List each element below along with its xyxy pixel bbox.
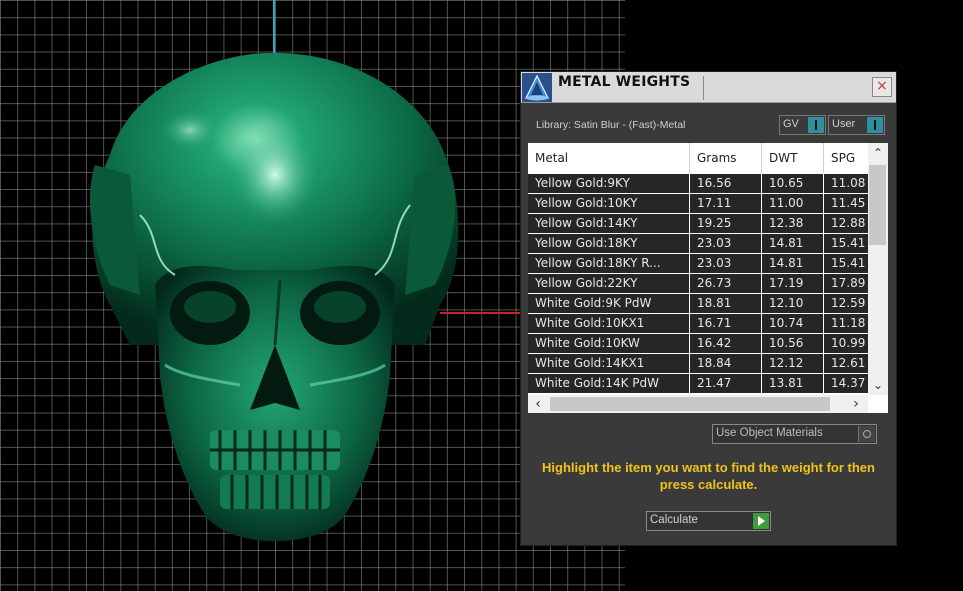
cell-dwt: 10.56: [762, 334, 824, 353]
user-toggle-label: User: [832, 118, 856, 130]
library-label: Library: Satin Blur - (Fast)-Metal: [536, 119, 686, 131]
vertical-scroll-thumb[interactable]: [869, 165, 886, 245]
cell-grams: 18.81: [690, 294, 762, 313]
scroll-up-icon[interactable]: ⌃: [868, 143, 888, 163]
cell-metal: Yellow Gold:18KY: [528, 234, 690, 253]
table-row[interactable]: White Gold:14K PdW 21.47 13.81 14.37: [528, 374, 868, 393]
gv-toggle[interactable]: GV: [779, 115, 826, 135]
cell-metal: Yellow Gold:14KY: [528, 214, 690, 233]
scroll-left-icon[interactable]: ‹: [528, 395, 548, 413]
column-header-dwt[interactable]: DWT: [762, 143, 824, 173]
cell-grams: 23.03: [690, 234, 762, 253]
cell-grams: 16.56: [690, 174, 762, 193]
cell-dwt: 17.19: [762, 274, 824, 293]
cell-metal: Yellow Gold:10KY: [528, 194, 690, 213]
metal-table[interactable]: Metal Grams DWT SPG Yellow Gold:9KY 16.5…: [528, 143, 888, 413]
user-toggle[interactable]: User: [828, 115, 885, 135]
table-row[interactable]: White Gold:10KX1 16.71 10.74 11.18: [528, 314, 868, 333]
vertical-scrollbar[interactable]: ⌃ ⌄: [868, 143, 888, 395]
toggle-switch-icon: [867, 117, 883, 133]
table-row[interactable]: Yellow Gold:14KY 19.25 12.38 12.88: [528, 214, 868, 233]
cell-metal: White Gold:10KX1: [528, 314, 690, 333]
panel-titlebar[interactable]: METAL WEIGHTS ×: [521, 72, 896, 103]
cell-spg: 17.89: [831, 276, 866, 290]
instruction-text: Highlight the item you want to find the …: [542, 460, 875, 492]
table-header: Metal Grams DWT SPG: [528, 143, 868, 173]
column-header-spg[interactable]: SPG: [824, 143, 868, 173]
calculate-button[interactable]: Calculate: [646, 511, 771, 531]
table-row[interactable]: Yellow Gold:18KY R... 23.03 14.81 15.41: [528, 254, 868, 273]
table-row[interactable]: Yellow Gold:18KY 23.03 14.81 15.41: [528, 234, 868, 253]
column-header-grams[interactable]: Grams: [690, 143, 762, 173]
cell-spg: 11.18: [831, 316, 866, 330]
cell-grams: 23.03: [690, 254, 762, 273]
cell-spg: 12.59: [831, 296, 866, 310]
toggle-switch-icon: [808, 117, 824, 133]
skull-teeth: [210, 430, 340, 509]
cell-metal: White Gold:9K PdW: [528, 294, 690, 313]
cell-spg: 15.41: [831, 236, 866, 250]
gv-toggle-label: GV: [783, 118, 799, 130]
cell-spg: 10.99: [831, 336, 866, 350]
cell-dwt: 12.12: [762, 354, 824, 373]
cell-grams: 16.42: [690, 334, 762, 353]
cell-metal: White Gold:10KW: [528, 334, 690, 353]
cell-metal: Yellow Gold:18KY R...: [528, 254, 690, 273]
cell-spg: 15.41: [831, 256, 866, 270]
table-row[interactable]: Yellow Gold:10KY 17.11 11.00 11.45: [528, 194, 868, 213]
cell-spg: 12.61: [831, 356, 866, 370]
close-button[interactable]: ×: [872, 77, 892, 97]
cell-grams: 18.84: [690, 354, 762, 373]
cell-dwt: 14.81: [762, 234, 824, 253]
calculate-label: Calculate: [650, 514, 698, 526]
cell-dwt: 12.38: [762, 214, 824, 233]
cell-grams: 21.47: [690, 374, 762, 393]
cell-spg: 14.37: [831, 376, 866, 390]
cell-dwt: 14.81: [762, 254, 824, 273]
cell-metal: White Gold:14KX1: [528, 354, 690, 373]
cell-grams: 19.25: [690, 214, 762, 233]
cell-dwt: 13.81: [762, 374, 824, 393]
scroll-right-icon[interactable]: ›: [846, 395, 866, 413]
table-row[interactable]: White Gold:14KX1 18.84 12.12 12.61: [528, 354, 868, 373]
horizontal-scrollbar[interactable]: ‹ ›: [528, 395, 868, 413]
skull-model[interactable]: [70, 45, 470, 565]
cell-grams: 26.73: [690, 274, 762, 293]
table-body: Yellow Gold:9KY 16.56 10.65 11.08 Yellow…: [528, 174, 868, 394]
column-header-metal[interactable]: Metal: [528, 143, 690, 173]
cell-dwt: 11.00: [762, 194, 824, 213]
cell-dwt: 10.74: [762, 314, 824, 333]
play-icon: [753, 513, 769, 529]
cell-metal: Yellow Gold:9KY: [528, 174, 690, 193]
horizontal-scroll-thumb[interactable]: [550, 397, 830, 411]
metal-weights-panel: METAL WEIGHTS × Library: Satin Blur - (F…: [521, 72, 896, 545]
app-logo-icon: [522, 73, 552, 102]
use-object-materials-toggle[interactable]: Use Object Materials: [712, 424, 877, 444]
radio-icon: [858, 426, 875, 442]
cell-metal: Yellow Gold:22KY: [528, 274, 690, 293]
table-row[interactable]: White Gold:9K PdW 18.81 12.10 12.59: [528, 294, 868, 313]
cell-spg: 12.88: [831, 216, 866, 230]
table-row[interactable]: Yellow Gold:22KY 26.73 17.19 17.89: [528, 274, 868, 293]
title-divider: [703, 76, 704, 100]
use-object-materials-label: Use Object Materials: [716, 427, 823, 439]
table-row[interactable]: White Gold:10KW 16.42 10.56 10.99: [528, 334, 868, 353]
cell-dwt: 12.10: [762, 294, 824, 313]
cell-dwt: 10.65: [762, 174, 824, 193]
cell-spg: 11.45: [831, 196, 866, 210]
panel-title: METAL WEIGHTS: [558, 74, 691, 90]
cell-metal: White Gold:14K PdW: [528, 374, 690, 393]
cell-grams: 16.71: [690, 314, 762, 333]
table-row[interactable]: Yellow Gold:9KY 16.56 10.65 11.08: [528, 174, 868, 193]
cell-spg: 11.08: [831, 176, 866, 190]
scroll-down-icon[interactable]: ⌄: [868, 375, 888, 395]
cell-grams: 17.11: [690, 194, 762, 213]
